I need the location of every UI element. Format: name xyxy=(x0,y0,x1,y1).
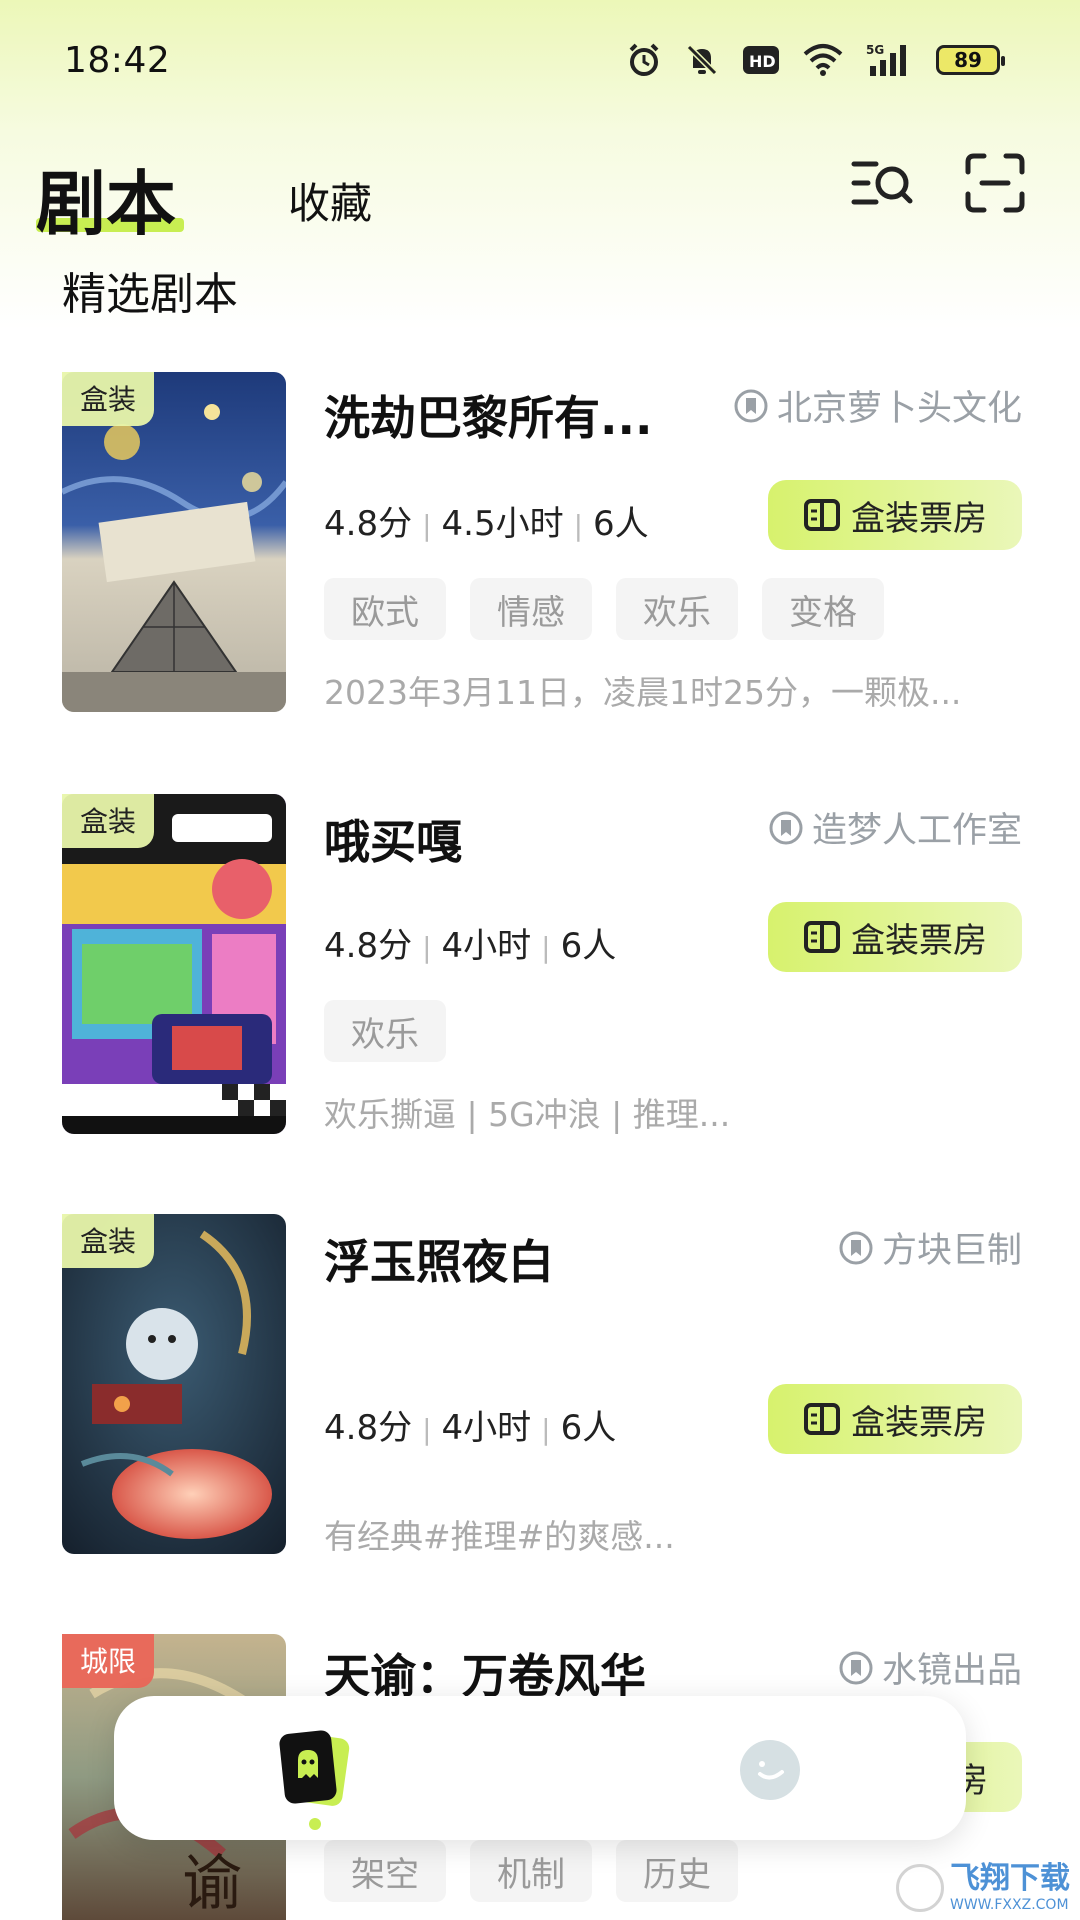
publisher-bookmark-icon xyxy=(839,1231,873,1264)
card-meta: 4.8分 | 4小时 | 6人 xyxy=(324,918,616,967)
card-meta: 4.8分 | 4.5小时 | 6人 xyxy=(324,496,649,545)
svg-text:谕: 谕 xyxy=(182,1849,242,1919)
status-time: 18:42 xyxy=(64,40,171,81)
box-office-label: 盒装票房 xyxy=(851,1402,987,1443)
box-office-button[interactable]: 盒装票房 xyxy=(768,902,1022,972)
card-tags: 架空 机制 历史 xyxy=(324,1840,738,1902)
card-description: 有经典#推理#的爽感... xyxy=(324,1517,675,1556)
meta-separator: | xyxy=(541,931,551,964)
status-icons: HD 5G 89 xyxy=(626,42,1005,78)
battery-level: 89 xyxy=(954,48,982,72)
bottom-navigation xyxy=(114,1696,966,1840)
card-players: 6人 xyxy=(593,504,649,544)
battery-indicator: 89 xyxy=(936,45,1005,75)
card-duration: 4小时 xyxy=(441,1408,532,1448)
publisher-name: 北京萝卜头文化 xyxy=(776,389,1022,429)
card-badge: 盒装 xyxy=(62,1214,155,1268)
tab-scripts[interactable]: 剧本 xyxy=(36,148,176,249)
tag-chip[interactable]: 机制 xyxy=(470,1840,592,1902)
tab-favorites[interactable]: 收藏 xyxy=(288,170,372,231)
card-duration: 4小时 xyxy=(441,926,532,966)
hd-icon: HD xyxy=(743,46,779,74)
signal-5g-icon: 5G xyxy=(866,43,906,76)
card-tags: 欢乐 xyxy=(324,1000,446,1062)
status-bar: 18:42 HD 5G 89 xyxy=(0,0,1080,130)
card-score: 4.8分 xyxy=(324,1408,413,1448)
card-meta: 4.8分 | 4小时 | 6人 xyxy=(324,1400,616,1449)
card-badge: 盒装 xyxy=(62,794,155,848)
card-description: 2023年3月11日，凌晨1时25分，一颗极... xyxy=(324,673,962,712)
card-publisher[interactable]: 造梦人工作室 xyxy=(768,802,1022,853)
tag-chip[interactable]: 欧式 xyxy=(324,578,446,640)
alarm-icon xyxy=(629,43,659,76)
watermark-logo xyxy=(896,1864,944,1912)
meta-separator: | xyxy=(573,509,584,542)
script-card[interactable]: 盒装 哦买嘎 造梦人工作室 4.8分 | 4小时 | 6人 盒装票房 欢乐 欢乐撕逼 |… xyxy=(62,794,1022,1134)
meta-separator: | xyxy=(422,1413,432,1446)
box-office-label: 盒装票房 xyxy=(851,498,987,539)
card-badge: 城限 xyxy=(62,1634,155,1688)
card-publisher[interactable]: 水镜出品 xyxy=(838,1642,1022,1693)
card-title[interactable]: 洗劫巴黎所有... xyxy=(324,382,652,448)
card-score: 4.8分 xyxy=(324,926,413,966)
script-card[interactable]: 盒装 洗劫巴黎所有... 北京萝卜头文化 4.8分 | 4.5小时 | 6人 盒装票房 … xyxy=(62,372,1022,712)
box-office-button[interactable]: 盒装票房 xyxy=(768,1384,1022,1454)
filter-search-icon[interactable] xyxy=(850,150,916,216)
card-publisher[interactable]: 北京萝卜头文化 xyxy=(733,380,1022,431)
tag-chip[interactable]: 情感 xyxy=(470,578,592,640)
mute-bell-icon xyxy=(686,44,718,76)
wifi-icon xyxy=(803,44,843,76)
svg-text:5G: 5G xyxy=(866,43,884,57)
box-office-button[interactable]: 盒装票房 xyxy=(768,480,1022,550)
publisher-name: 方块巨制 xyxy=(881,1231,1022,1271)
box-office-label: 盒装票房 xyxy=(851,920,987,961)
header: 剧本 收藏 xyxy=(0,140,1080,250)
tag-chip[interactable]: 变格 xyxy=(762,578,884,640)
section-title: 精选剧本 xyxy=(62,269,238,320)
publisher-name: 造梦人工作室 xyxy=(811,811,1022,851)
smiley-icon[interactable] xyxy=(738,1738,802,1802)
scan-icon[interactable] xyxy=(962,150,1028,216)
box-office-icon xyxy=(804,499,840,531)
tag-chip[interactable]: 欢乐 xyxy=(616,578,738,640)
script-card[interactable]: 盒装 浮玉照夜白 方块巨制 4.8分 | 4小时 | 6人 盒装票房 有经典#推理#的爽… xyxy=(62,1214,1022,1556)
card-duration: 4.5小时 xyxy=(441,504,564,544)
card-title[interactable]: 浮玉照夜白 xyxy=(324,1226,554,1292)
meta-separator: | xyxy=(422,509,432,542)
publisher-name: 水镜出品 xyxy=(881,1651,1022,1691)
meta-separator: | xyxy=(422,931,432,964)
card-description: 欢乐撕逼 | 5G冲浪 | 推理... xyxy=(324,1095,731,1134)
card-players: 6人 xyxy=(560,1408,617,1448)
publisher-bookmark-icon xyxy=(769,811,803,844)
tag-chip[interactable]: 欢乐 xyxy=(324,1000,446,1062)
meta-separator: | xyxy=(541,1413,551,1446)
card-tags: 欧式 情感 欢乐 变格 xyxy=(324,578,884,640)
active-nav-indicator xyxy=(309,1818,321,1830)
tag-chip[interactable]: 架空 xyxy=(324,1840,446,1902)
card-title[interactable]: 哦买嘎 xyxy=(324,806,462,872)
card-publisher[interactable]: 方块巨制 xyxy=(838,1222,1022,1273)
box-office-icon xyxy=(804,921,840,953)
card-badge: 盒装 xyxy=(62,372,155,426)
publisher-bookmark-icon xyxy=(839,1651,873,1684)
card-score: 4.8分 xyxy=(324,504,413,544)
watermark-main: 飞翔下载 xyxy=(950,1861,1070,1896)
watermark-text: 飞翔下载 WWW.FXXZ.COM xyxy=(950,1861,1070,1913)
svg-text:HD: HD xyxy=(749,52,776,71)
publisher-bookmark-icon xyxy=(734,389,768,422)
tag-chip[interactable]: 历史 xyxy=(616,1840,738,1902)
watermark-sub: WWW.FXXZ.COM xyxy=(950,1897,1069,1913)
box-office-icon xyxy=(804,1403,840,1435)
watermark: 飞翔下载 WWW.FXXZ.COM xyxy=(896,1864,1070,1912)
card-players: 6人 xyxy=(560,926,617,966)
ghost-card-icon[interactable] xyxy=(274,1726,354,1816)
